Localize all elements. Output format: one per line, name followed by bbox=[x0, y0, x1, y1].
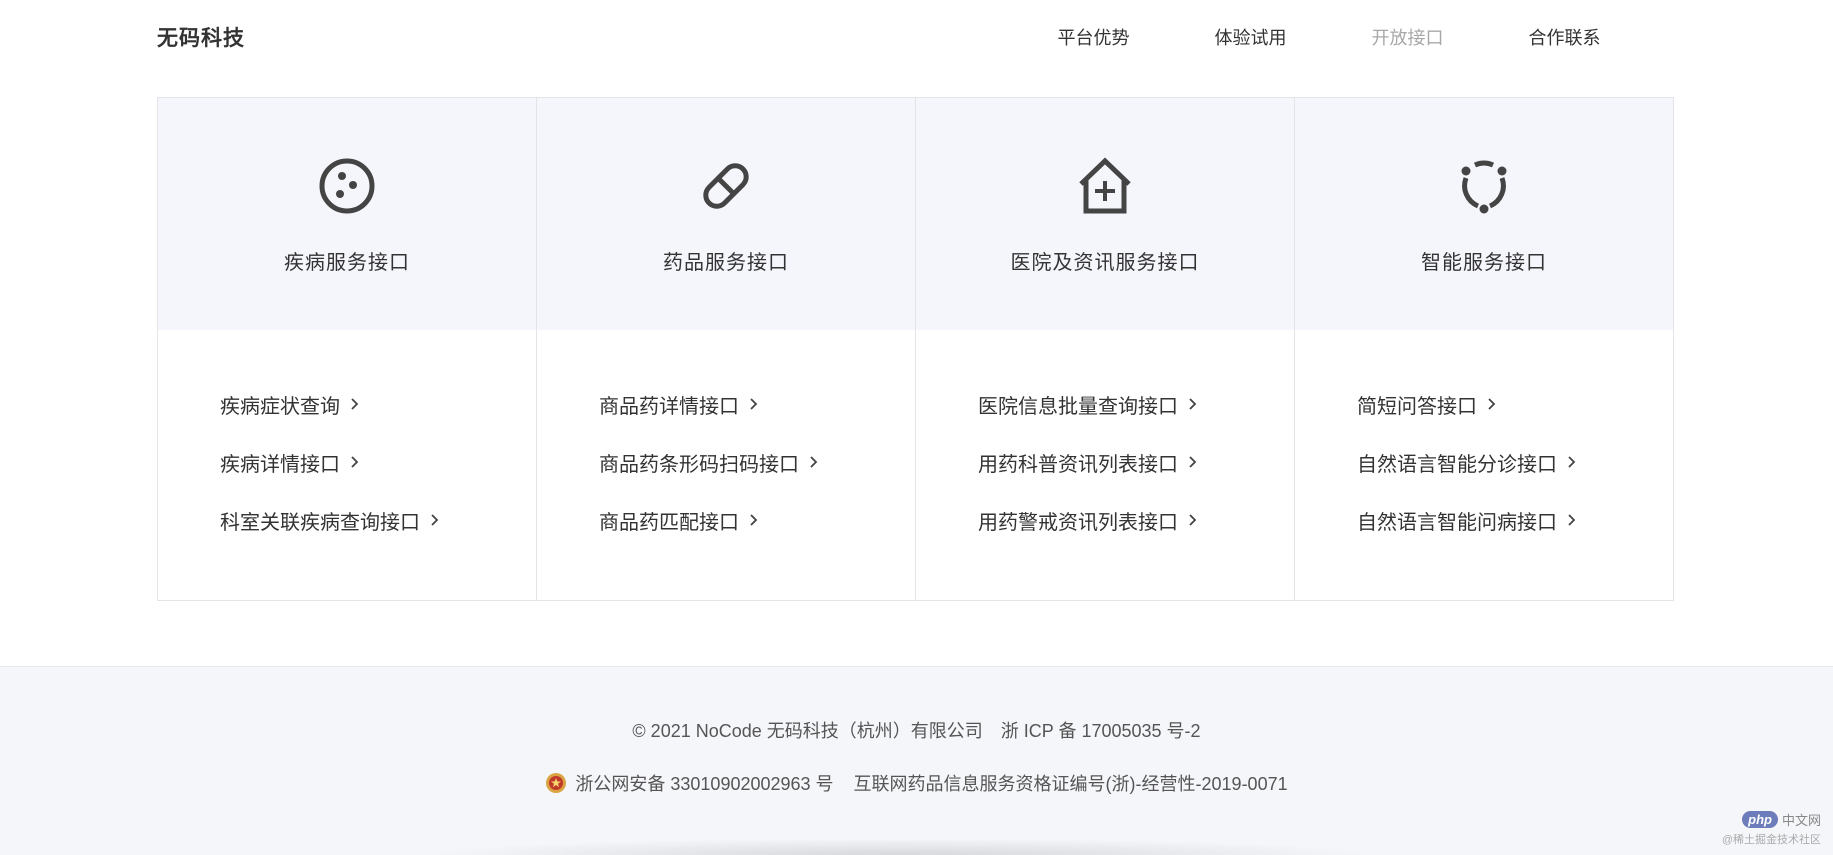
bottom-shadow bbox=[420, 838, 1380, 855]
column-title: 药品服务接口 bbox=[663, 252, 789, 274]
api-link[interactable]: 疾病症状查询 bbox=[220, 390, 536, 418]
drug-license-text: 互联网药品信息服务资格证编号(浙)-经营性-2019-0071 bbox=[853, 774, 1288, 794]
watermark: php 中文网 @稀土掘金技术社区 bbox=[1722, 810, 1821, 847]
watermark-sub: @稀土掘金技术社区 bbox=[1721, 834, 1821, 846]
api-link[interactable]: 自然语言智能问病接口 bbox=[1357, 506, 1673, 534]
nav-item-advantages[interactable]: 平台优势 bbox=[1015, 24, 1172, 50]
api-link-label: 自然语言智能分诊接口 bbox=[1357, 453, 1557, 476]
chevron-right-icon bbox=[1189, 456, 1197, 468]
column-links: 简短问答接口 自然语言智能分诊接口 自然语言智能问病接口 bbox=[1295, 330, 1673, 600]
footer-copyright-line: © 2021 NoCode 无码科技（杭州）有限公司浙 ICP 备 170050… bbox=[0, 717, 1833, 743]
api-link[interactable]: 简短问答接口 bbox=[1357, 390, 1673, 418]
nav-item-trial[interactable]: 体验试用 bbox=[1172, 24, 1329, 50]
api-link-label: 科室关联疾病查询接口 bbox=[220, 511, 420, 534]
chevron-right-icon bbox=[1488, 398, 1496, 410]
column-links: 医院信息批量查询接口 用药科普资讯列表接口 用药警戒资讯列表接口 bbox=[916, 330, 1294, 600]
api-column-ai: 智能服务接口 简短问答接口 自然语言智能分诊接口 自然语言智能问病接口 bbox=[1295, 98, 1673, 600]
police-record-link[interactable]: 浙公网安备 33010902002963 号 bbox=[575, 770, 833, 796]
chevron-right-icon bbox=[351, 456, 359, 468]
column-title: 医院及资讯服务接口 bbox=[1010, 252, 1200, 274]
api-grid: 疾病服务接口 疾病症状查询 疾病详情接口 科室关联疾病查询接口 药品服务接口 商… bbox=[157, 97, 1674, 601]
chevron-right-icon bbox=[1189, 398, 1197, 410]
php-logo: php bbox=[1742, 811, 1778, 828]
chevron-right-icon bbox=[1568, 456, 1576, 468]
chevron-right-icon bbox=[810, 456, 818, 468]
api-link[interactable]: 商品药详情接口 bbox=[599, 390, 915, 418]
api-link-label: 商品药匹配接口 bbox=[599, 511, 739, 534]
api-link-label: 用药警戒资讯列表接口 bbox=[978, 511, 1178, 534]
site-logo[interactable]: 无码科技 bbox=[157, 22, 245, 52]
chevron-right-icon bbox=[750, 514, 758, 526]
nav-item-open-api[interactable]: 开放接口 bbox=[1329, 24, 1486, 50]
page: 无码科技 平台优势 体验试用 开放接口 合作联系 疾病服务接口 疾病症状查询 疾… bbox=[0, 0, 1833, 855]
chevron-right-icon bbox=[1189, 514, 1197, 526]
api-link-label: 用药科普资讯列表接口 bbox=[978, 453, 1178, 476]
api-link-label: 商品药条形码扫码接口 bbox=[599, 453, 799, 476]
api-link[interactable]: 科室关联疾病查询接口 bbox=[220, 506, 536, 534]
column-title: 智能服务接口 bbox=[1421, 252, 1547, 274]
pill-icon bbox=[703, 163, 749, 209]
chevron-right-icon bbox=[431, 514, 439, 526]
column-header: 智能服务接口 bbox=[1295, 98, 1673, 330]
api-column-drug: 药品服务接口 商品药详情接口 商品药条形码扫码接口 商品药匹配接口 bbox=[537, 98, 916, 600]
chevron-right-icon bbox=[351, 398, 359, 410]
api-column-hospital: 医院及资讯服务接口 医院信息批量查询接口 用药科普资讯列表接口 用药警戒资讯列表… bbox=[916, 98, 1295, 600]
footer-license-line: 浙公网安备 33010902002963 号 互联网药品信息服务资格证编号(浙)… bbox=[0, 770, 1833, 796]
nav-item-contact[interactable]: 合作联系 bbox=[1486, 24, 1643, 50]
api-link-label: 疾病症状查询 bbox=[220, 395, 340, 418]
api-column-disease: 疾病服务接口 疾病症状查询 疾病详情接口 科室关联疾病查询接口 bbox=[158, 98, 537, 600]
watermark-cn: 中文网 bbox=[1781, 813, 1821, 828]
column-title: 疾病服务接口 bbox=[284, 252, 410, 274]
column-header: 药品服务接口 bbox=[537, 98, 915, 330]
chevron-right-icon bbox=[1568, 514, 1576, 526]
api-link[interactable]: 用药警戒资讯列表接口 bbox=[978, 506, 1294, 534]
police-badge-icon bbox=[546, 773, 567, 793]
footer: © 2021 NoCode 无码科技（杭州）有限公司浙 ICP 备 170050… bbox=[0, 666, 1833, 855]
api-link[interactable]: 自然语言智能分诊接口 bbox=[1357, 448, 1673, 476]
api-link-label: 医院信息批量查询接口 bbox=[978, 395, 1178, 418]
api-link-label: 简短问答接口 bbox=[1357, 395, 1477, 418]
api-link[interactable]: 医院信息批量查询接口 bbox=[978, 390, 1294, 418]
api-link[interactable]: 疾病详情接口 bbox=[220, 448, 536, 476]
icp-link[interactable]: 浙 ICP 备 17005035 号-2 bbox=[1001, 721, 1201, 741]
api-link[interactable]: 用药科普资讯列表接口 bbox=[978, 448, 1294, 476]
api-link-label: 自然语言智能问病接口 bbox=[1357, 511, 1557, 534]
api-link-label: 商品药详情接口 bbox=[599, 395, 739, 418]
api-link[interactable]: 商品药匹配接口 bbox=[599, 506, 915, 534]
chevron-right-icon bbox=[750, 398, 758, 410]
disease-icon bbox=[319, 158, 375, 214]
hospital-icon bbox=[1079, 157, 1131, 214]
column-header: 医院及资讯服务接口 bbox=[916, 98, 1294, 330]
api-link-label: 疾病详情接口 bbox=[220, 453, 340, 476]
copyright-text: © 2021 NoCode 无码科技（杭州）有限公司 bbox=[632, 721, 983, 741]
header: 无码科技 平台优势 体验试用 开放接口 合作联系 bbox=[0, 0, 1833, 72]
main-nav: 平台优势 体验试用 开放接口 合作联系 bbox=[1015, 24, 1643, 50]
ai-icon bbox=[1461, 160, 1507, 214]
column-links: 疾病症状查询 疾病详情接口 科室关联疾病查询接口 bbox=[158, 330, 536, 600]
api-link[interactable]: 商品药条形码扫码接口 bbox=[599, 448, 915, 476]
column-links: 商品药详情接口 商品药条形码扫码接口 商品药匹配接口 bbox=[537, 330, 915, 600]
column-header: 疾病服务接口 bbox=[158, 98, 536, 330]
